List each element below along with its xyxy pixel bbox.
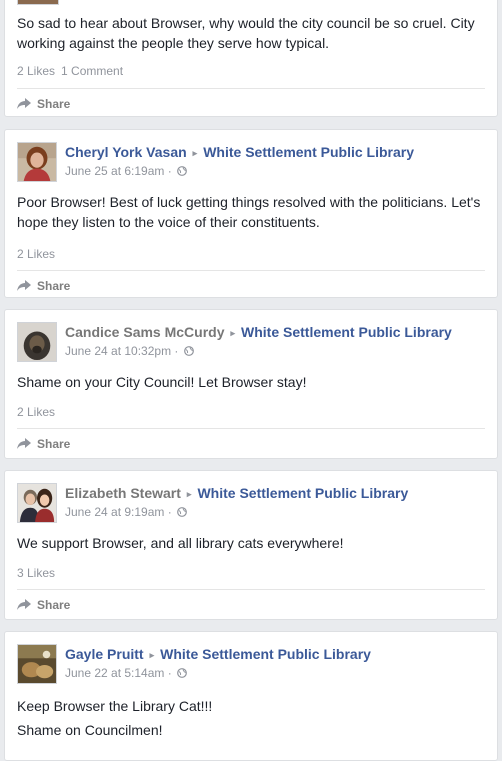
globe-icon[interactable]: [177, 166, 187, 176]
post-text-line: Shame on Councilmen!: [17, 722, 163, 738]
target-page-link[interactable]: White Settlement Public Library: [160, 646, 371, 662]
share-arrow-icon: [17, 438, 31, 449]
post-header: Gayle Pruitt ▸ White Settlement Public Lib…: [5, 632, 497, 684]
post-timestamp[interactable]: June 25 at 6:19am: [65, 164, 164, 178]
target-page-link[interactable]: White Settlement Public Library: [197, 485, 408, 501]
share-button[interactable]: Share: [5, 89, 497, 119]
reaction-summary: 2 Likes 1 Comment: [5, 61, 497, 81]
globe-icon[interactable]: [183, 346, 194, 356]
post-timestamp[interactable]: June 24 at 9:19am: [65, 505, 164, 519]
reaction-summary: 3 Likes: [5, 563, 497, 583]
share-arrow-icon: [17, 280, 31, 291]
triangle-right-icon: ▸: [192, 148, 198, 158]
post-card: Cheryl York Vasan ▸ White Settlement Publi…: [4, 129, 498, 298]
share-arrow-icon: [17, 98, 31, 109]
avatar[interactable]: [17, 322, 57, 362]
comments-count-link[interactable]: 1 Comment: [61, 64, 123, 78]
share-button[interactable]: Share: [5, 271, 497, 301]
author-name-link[interactable]: Elizabeth Stewart: [65, 485, 181, 501]
profile-photo: [18, 484, 56, 522]
post-text: Poor Browser! Best of luck getting thing…: [17, 194, 481, 230]
post-timestamp[interactable]: June 22 at 5:14am: [65, 666, 164, 680]
post-card: So sad to hear about Browser, why would …: [4, 0, 498, 117]
likes-count-link[interactable]: 3 Likes: [17, 566, 55, 580]
share-button[interactable]: Share: [5, 590, 497, 620]
avatar[interactable]: [17, 142, 57, 182]
reaction-summary: 2 Likes: [5, 244, 497, 264]
globe-icon[interactable]: [177, 507, 187, 517]
profile-photo: [18, 143, 56, 181]
post-text: We support Browser, and all library cats…: [17, 535, 344, 551]
author-name-link[interactable]: Gayle Pruitt: [65, 646, 144, 662]
post-card: Elizabeth Stewart ▸ White Settlement Publi…: [4, 470, 498, 620]
post-text: Keep Browser the Library Cat!!! Shame on…: [5, 694, 497, 742]
post-header: Candice Sams McCurdy ▸ White Settlement Pu…: [5, 310, 497, 362]
post-timestamp[interactable]: June 24 at 10:32pm: [65, 344, 171, 358]
post-card: Candice Sams McCurdy ▸ White Settlement Pu…: [4, 309, 498, 459]
post-card: Gayle Pruitt ▸ White Settlement Public Lib…: [4, 631, 498, 761]
avatar[interactable]: [17, 0, 59, 5]
share-arrow-icon: [17, 599, 31, 610]
author-name-link[interactable]: Cheryl York Vasan: [65, 144, 187, 160]
post-text: So sad to hear about Browser, why would …: [17, 15, 475, 51]
share-button[interactable]: Share: [5, 429, 497, 459]
post-header: Elizabeth Stewart ▸ White Settlement Publi…: [5, 471, 497, 523]
target-page-link[interactable]: White Settlement Public Library: [203, 144, 414, 160]
triangle-right-icon: ▸: [149, 650, 155, 660]
avatar[interactable]: [17, 644, 57, 684]
post-text: Shame on your City Council! Let Browser …: [17, 374, 307, 390]
profile-photo: [18, 645, 56, 683]
likes-count-link[interactable]: 2 Likes: [17, 247, 55, 261]
target-page-link[interactable]: White Settlement Public Library: [241, 324, 452, 340]
post-header: Cheryl York Vasan ▸ White Settlement Publi…: [5, 130, 497, 182]
author-name-link[interactable]: Candice Sams McCurdy: [65, 324, 225, 340]
likes-count-link[interactable]: 2 Likes: [17, 405, 55, 419]
post-text-line: Keep Browser the Library Cat!!!: [17, 698, 213, 714]
reaction-summary: 2 Likes: [5, 402, 497, 422]
globe-icon[interactable]: [177, 668, 187, 678]
likes-count-link[interactable]: 2 Likes: [17, 64, 55, 78]
triangle-right-icon: ▸: [230, 328, 236, 338]
avatar[interactable]: [17, 483, 57, 523]
triangle-right-icon: ▸: [186, 489, 192, 499]
profile-photo: [18, 323, 56, 361]
